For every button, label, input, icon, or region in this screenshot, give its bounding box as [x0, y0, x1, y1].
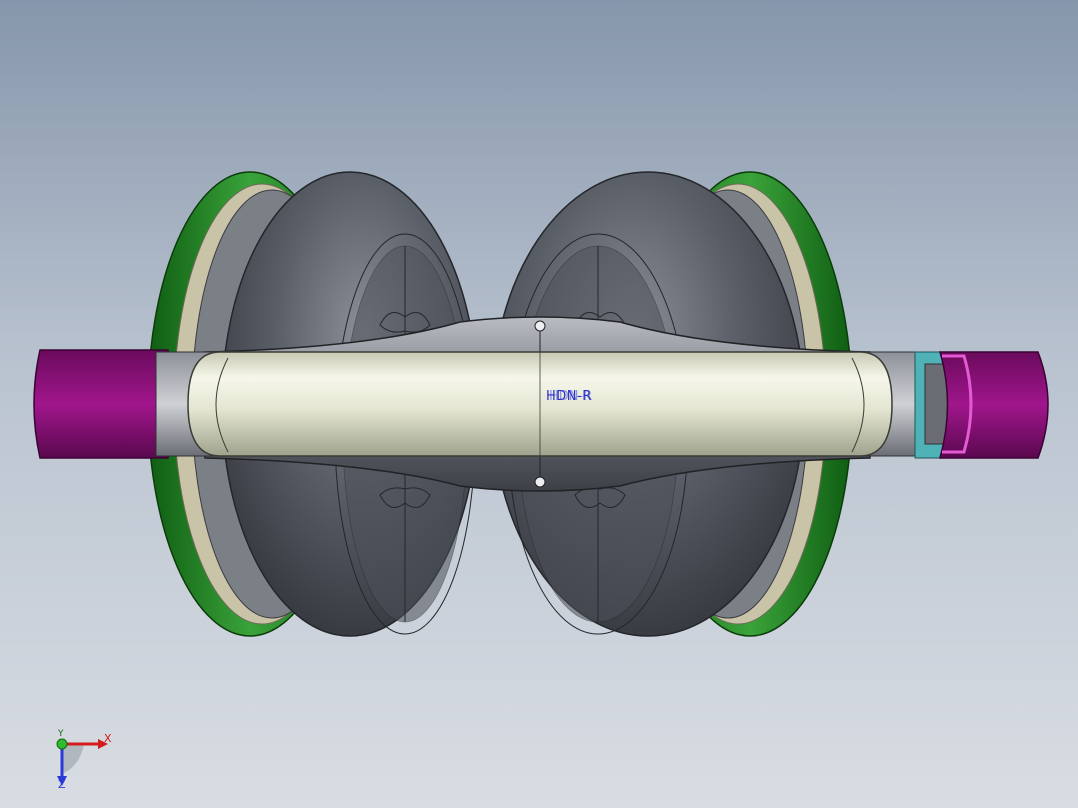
- hinge-pin-bottom: [534, 476, 546, 488]
- triad-z-label: Z: [58, 778, 66, 791]
- model-viewport[interactable]: HDN-R HDN-R: [0, 0, 1078, 808]
- model-annotation-text: HDN-R: [546, 389, 592, 404]
- headband[interactable]: [187, 351, 893, 457]
- hinge-pin-top: [534, 320, 546, 332]
- coordinate-triad: X Y Z: [40, 722, 120, 792]
- headphone-model[interactable]: [0, 0, 1078, 808]
- triad-y-label: Y: [58, 729, 64, 739]
- triad-x-label: X: [104, 732, 112, 745]
